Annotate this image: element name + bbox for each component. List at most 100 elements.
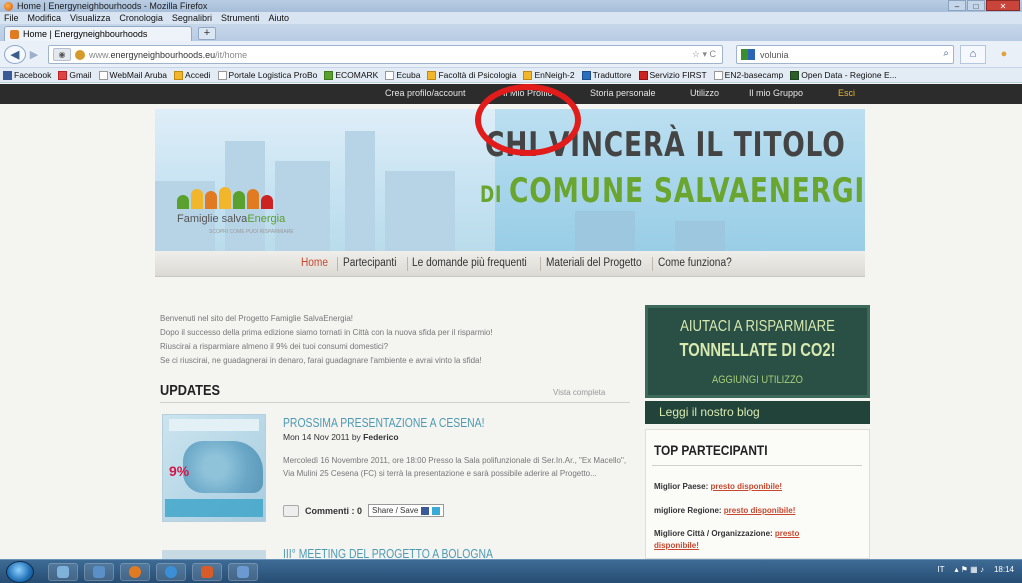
mainnav-home[interactable]: Home bbox=[301, 257, 328, 269]
start-button[interactable] bbox=[6, 561, 34, 583]
ranking-link[interactable]: presto bbox=[775, 529, 799, 538]
taskbar-app-icon[interactable] bbox=[156, 563, 186, 581]
bookmark-label: Open Data - Regione E... bbox=[801, 70, 897, 80]
intro-text: Benvenuti nel sito del Progetto Famiglie… bbox=[160, 312, 630, 368]
ranking-link[interactable]: presto disponibile! bbox=[710, 482, 782, 491]
language-indicator[interactable]: IT bbox=[937, 565, 944, 574]
ranking-row: disponibile! bbox=[654, 541, 699, 550]
taskbar-app-icon[interactable] bbox=[228, 563, 258, 581]
intro-line: Riuscirai a risparmiare almeno il 9% dei… bbox=[160, 342, 389, 351]
intro-line: Benvenuti nel sito del Progetto Famiglie… bbox=[160, 314, 353, 323]
comment-icon[interactable] bbox=[283, 504, 299, 517]
bookmark-item[interactable]: Open Data - Regione E... bbox=[790, 70, 897, 80]
site-logo[interactable]: Famiglie salvaEnergia SCOPRI COME PUOI R… bbox=[169, 157, 309, 242]
bookmark-item[interactable]: WebMail Aruba bbox=[98, 70, 168, 80]
bookmark-item[interactable]: Servizio FIRST bbox=[638, 70, 707, 80]
window-titlebar: Home | Energyneighbourhoods - Mozilla Fi… bbox=[0, 0, 1022, 12]
navigation-toolbar: ◀ ▶ ◉ www.energyneighbourhoods.eu/it/hom… bbox=[0, 41, 1022, 68]
window-title: Home | Energyneighbourhoods - Mozilla Fi… bbox=[17, 1, 208, 11]
taskbar-app-icon[interactable] bbox=[192, 563, 222, 581]
taskbar-app-icon[interactable] bbox=[84, 563, 114, 581]
bookmark-item[interactable]: Facoltà di Psicologia bbox=[427, 70, 516, 80]
tab-home[interactable]: Home | Energyneighbourhoods bbox=[4, 26, 192, 41]
home-button[interactable]: ⌂ bbox=[960, 45, 986, 64]
bookmark-item[interactable]: EnNeigh-2 bbox=[523, 70, 575, 80]
bookmark-label: EN2-basecamp bbox=[724, 70, 784, 80]
twitter-icon bbox=[432, 506, 441, 515]
bookmark-icon bbox=[638, 70, 648, 80]
taskbar-explorer-icon[interactable] bbox=[48, 563, 78, 581]
search-bar[interactable]: volunia ⌕ bbox=[736, 45, 954, 64]
post-thumbnail[interactable]: 9% bbox=[162, 414, 266, 522]
mainnav-partecipanti[interactable]: Partecipanti bbox=[343, 257, 396, 269]
mainnav-come-funziona[interactable]: Come funziona? bbox=[658, 257, 732, 269]
bookmark-item[interactable]: Accedi bbox=[174, 70, 211, 80]
share-button[interactable]: Share / Save bbox=[368, 504, 445, 517]
nav-crea-profilo[interactable]: Crea profilo/account bbox=[385, 88, 466, 98]
blog-link[interactable]: Leggi il nostro blog bbox=[645, 401, 870, 424]
nav-il-mio-gruppo[interactable]: Il mio Gruppo bbox=[749, 88, 803, 98]
bookmark-item[interactable]: Traduttore bbox=[581, 70, 632, 80]
bookmark-icon bbox=[427, 70, 437, 80]
site-favicon-icon bbox=[10, 29, 19, 39]
bookmark-item[interactable]: Ecuba bbox=[385, 70, 420, 80]
cta-box[interactable]: AIUTACI A RISPARMIARE TONNELLATE DI CO2!… bbox=[645, 305, 870, 398]
tab-label: Home | Energyneighbourhoods bbox=[23, 29, 148, 39]
ranking-row: Miglior Paese: presto disponibile! bbox=[654, 482, 783, 491]
identity-icon[interactable]: ◉ bbox=[53, 48, 71, 61]
clock[interactable]: 18:14 bbox=[994, 565, 1014, 574]
menu-strumenti[interactable]: Strumenti bbox=[221, 13, 260, 23]
forward-button[interactable]: ▶ bbox=[26, 45, 42, 64]
nav-divider bbox=[407, 257, 408, 271]
mainnav-materiali[interactable]: Materiali del Progetto bbox=[546, 257, 642, 269]
post-title[interactable]: PROSSIMA PRESENTAZIONE A CESENA! bbox=[283, 415, 485, 430]
menu-modifica[interactable]: Modifica bbox=[28, 13, 62, 23]
bookmark-label: WebMail Aruba bbox=[109, 70, 168, 80]
tray-icons[interactable]: ▴ ⚑ ▦ ♪ bbox=[955, 565, 984, 574]
mainnav-faq[interactable]: Le domande più frequenti bbox=[412, 257, 527, 269]
nav-esci[interactable]: Esci bbox=[838, 88, 855, 98]
menu-visualizza[interactable]: Visualizza bbox=[70, 13, 110, 23]
new-tab-button[interactable]: + bbox=[198, 27, 216, 40]
search-input[interactable]: volunia bbox=[760, 50, 789, 60]
bookmark-item[interactable]: ECOMARK bbox=[324, 70, 378, 80]
addon-icon[interactable]: ● bbox=[992, 45, 1016, 64]
menu-cronologia[interactable]: Cronologia bbox=[119, 13, 163, 23]
thumb-percentage: 9% bbox=[169, 463, 190, 479]
post-title[interactable]: III° MEETING DEL PROGETTO A BOLOGNA bbox=[283, 546, 493, 559]
taskbar-firefox-icon[interactable] bbox=[120, 563, 150, 581]
search-icon[interactable]: ⌕ bbox=[943, 48, 949, 59]
ranking-link[interactable]: presto disponibile! bbox=[724, 506, 796, 515]
share-label: Share / Save bbox=[372, 506, 419, 515]
bookmark-item[interactable]: Gmail bbox=[58, 70, 92, 80]
bookmark-item[interactable]: EN2-basecamp bbox=[713, 70, 784, 80]
nav-utilizzo[interactable]: Utilizzo bbox=[690, 88, 719, 98]
bookmark-item[interactable]: Portale Logistica ProBo bbox=[217, 70, 317, 80]
tab-bar: Home | Energyneighbourhoods + bbox=[0, 24, 1022, 41]
menu-bar: File Modifica Visualizza Cronologia Segn… bbox=[0, 12, 1022, 24]
bookmark-item[interactable]: Facebook bbox=[3, 70, 51, 80]
minimize-button[interactable]: – bbox=[948, 0, 966, 11]
back-button[interactable]: ◀ bbox=[4, 45, 26, 64]
menu-file[interactable]: File bbox=[4, 13, 19, 23]
intro-line: Se ci riuscirai, ne guadagnerai in denar… bbox=[160, 356, 482, 365]
url-bar[interactable]: ◉ www.energyneighbourhoods.eu/it/home ☆ … bbox=[48, 45, 723, 64]
close-button[interactable]: ✕ bbox=[986, 0, 1020, 11]
reload-icon[interactable]: ☆ ▾ C bbox=[692, 49, 716, 60]
ranking-row: Migliore Città / Organizzazione: presto bbox=[654, 529, 800, 538]
menu-aiuto[interactable]: Aiuto bbox=[268, 13, 289, 23]
search-engine-icon[interactable] bbox=[741, 49, 755, 60]
cta-line-2: TONNELLATE DI CO2! bbox=[679, 340, 836, 360]
menu-segnalibri[interactable]: Segnalibri bbox=[172, 13, 212, 23]
ranking-link[interactable]: disponibile! bbox=[654, 541, 699, 550]
maximize-button[interactable]: □ bbox=[967, 0, 985, 11]
window-controls: – □ ✕ bbox=[948, 0, 1020, 11]
view-all-link[interactable]: Vista completa bbox=[553, 388, 605, 397]
bookmark-icon bbox=[790, 70, 800, 80]
bookmark-icon bbox=[58, 70, 68, 80]
building-shape bbox=[385, 171, 455, 251]
nav-storia-personale[interactable]: Storia personale bbox=[590, 88, 656, 98]
comments-count[interactable]: Commenti : 0 bbox=[305, 506, 362, 516]
add-usage-link[interactable]: AGGIUNGI UTILIZZO bbox=[664, 374, 850, 386]
post-thumbnail[interactable] bbox=[162, 550, 266, 559]
